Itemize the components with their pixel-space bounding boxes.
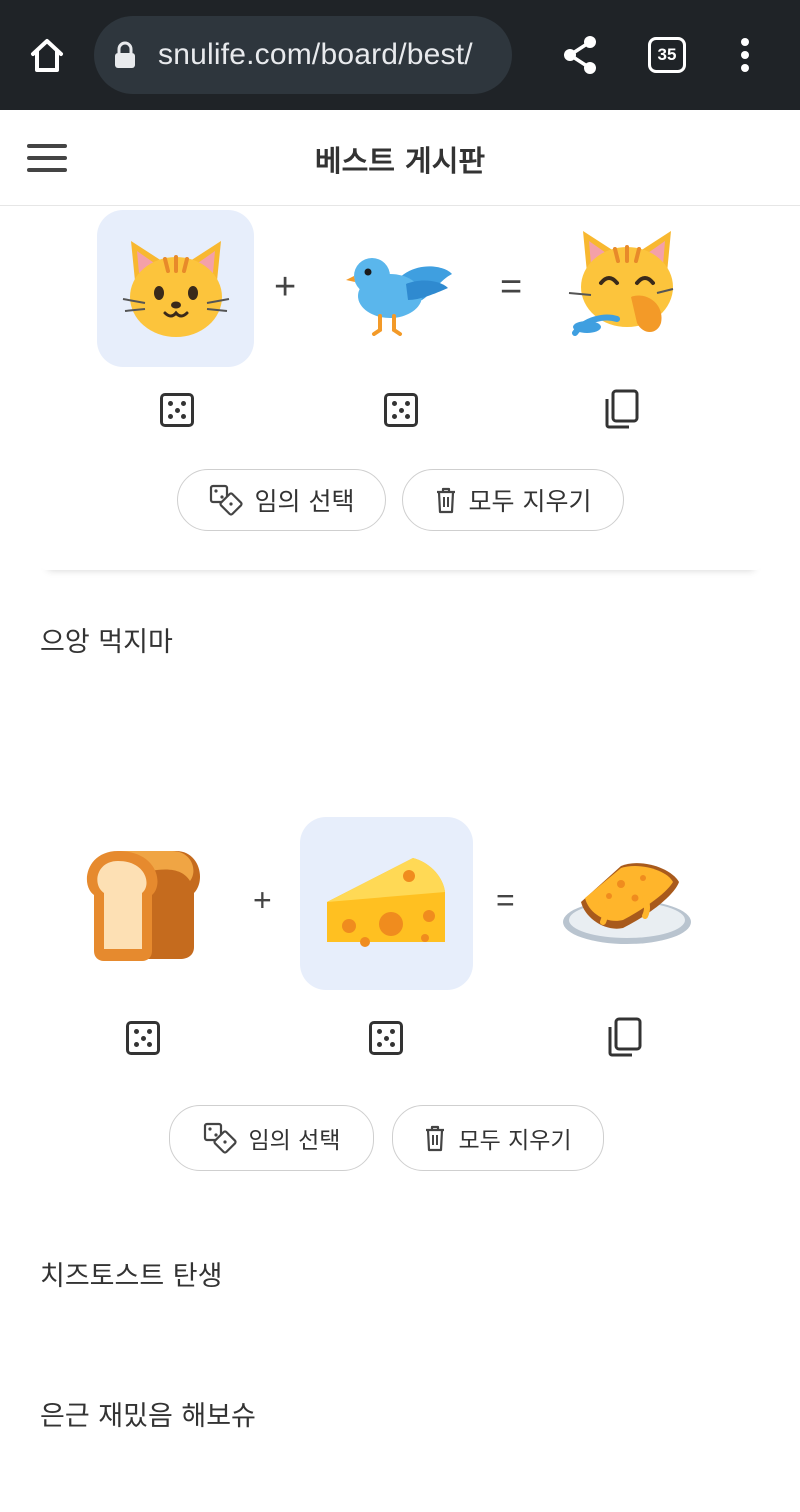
- emoji-result-cat-eating[interactable]: [555, 212, 695, 352]
- plus-sign: +: [274, 266, 297, 308]
- home-icon[interactable]: [22, 30, 72, 80]
- emoji-slot-bird[interactable]: [330, 220, 470, 360]
- page-title: 베스트 게시판: [314, 144, 486, 178]
- clear-all-label: 모두 지우기: [468, 487, 592, 516]
- browser-toolbar: snulife.com/board/best/ 35: [0, 0, 800, 110]
- equals-sign: =: [496, 882, 515, 918]
- bread-icon: [86, 851, 200, 961]
- post-text-line: 은근 재밌음 해보슈: [40, 1401, 256, 1432]
- clear-all-button[interactable]: 모두 지우기: [392, 1105, 604, 1171]
- trash-icon: [436, 487, 455, 514]
- dice-icon[interactable]: [160, 393, 194, 427]
- random-dice-icon: [203, 1122, 237, 1154]
- cat-face-icon: [122, 240, 229, 337]
- clear-all-button[interactable]: 모두 지우기: [402, 469, 624, 531]
- dice-icon[interactable]: [126, 1021, 160, 1055]
- url-text: snulife.com/board/best/: [158, 38, 473, 71]
- cheese-toast-icon: [563, 863, 691, 944]
- more-vert-icon[interactable]: [732, 36, 758, 74]
- dice-icon[interactable]: [384, 393, 418, 427]
- emoji-slot-cat[interactable]: [97, 210, 254, 367]
- trash-icon: [426, 1125, 445, 1152]
- card-bottom-edge: [40, 540, 762, 570]
- random-select-button[interactable]: 임의 선택: [169, 1105, 374, 1171]
- address-bar[interactable]: snulife.com/board/best/: [94, 16, 512, 94]
- share-icon[interactable]: [560, 34, 602, 76]
- emoji-slot-cheese[interactable]: [300, 817, 473, 990]
- cheese-icon: [326, 857, 445, 947]
- copy-icon[interactable]: [603, 389, 641, 429]
- emoji-result-cheese-toast[interactable]: [557, 842, 699, 962]
- dice-icon[interactable]: [369, 1021, 403, 1055]
- lock-icon: [112, 40, 138, 70]
- random-dice-icon: [209, 484, 243, 516]
- cat-eating-icon: [568, 231, 674, 336]
- site-header: 베스트 게시판: [0, 110, 800, 206]
- copy-icon[interactable]: [606, 1017, 644, 1057]
- post-text-line: 치즈토스트 탄생: [40, 1261, 223, 1292]
- post-text-line: 으앙 먹지마: [40, 627, 173, 658]
- plus-sign: +: [253, 882, 272, 918]
- random-select-label: 임의 선택: [248, 1128, 341, 1154]
- clear-all-label: 모두 지우기: [458, 1128, 572, 1154]
- equals-sign: =: [500, 266, 523, 308]
- tab-switcher-icon[interactable]: 35: [648, 37, 686, 73]
- bird-icon: [346, 258, 452, 336]
- emoji-slot-bread[interactable]: [70, 828, 218, 976]
- random-select-button[interactable]: 임의 선택: [177, 469, 386, 531]
- random-select-label: 임의 선택: [254, 487, 355, 516]
